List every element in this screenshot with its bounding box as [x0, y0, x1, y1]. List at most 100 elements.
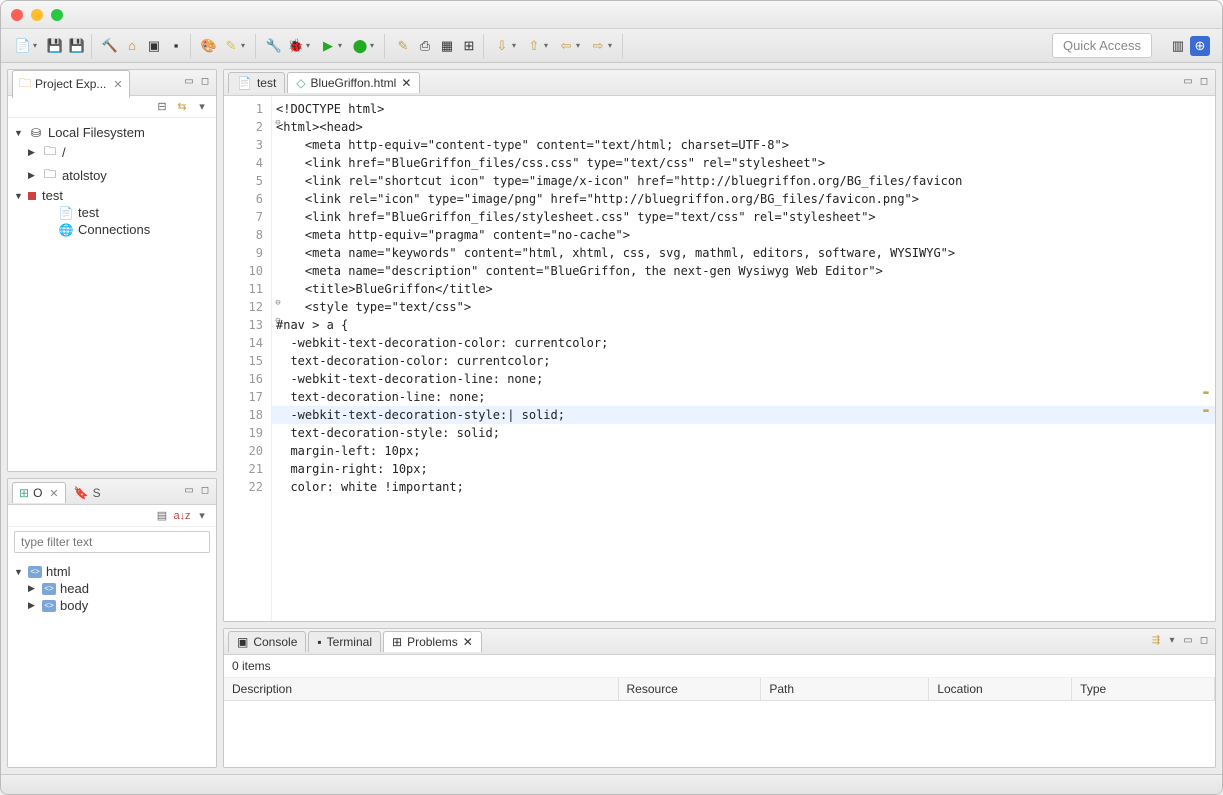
edit1-button[interactable]: ✎ — [393, 36, 413, 56]
project-decorator-icon — [28, 192, 36, 200]
nav-fwd-button[interactable]: ⇨ — [588, 36, 608, 56]
outline-head[interactable]: ▶<>head — [12, 580, 212, 597]
nav-up-dropdown[interactable]: ▾ — [544, 41, 554, 50]
collapse-all-icon[interactable]: ⊟ — [154, 99, 170, 115]
problems-tab[interactable]: ⊞Problems✕ — [383, 631, 482, 652]
element-icon: <> — [42, 600, 56, 612]
console-tab[interactable]: ▣Console — [228, 631, 306, 652]
problems-icon: ⊞ — [392, 635, 402, 649]
bottom-panel: ▣Console ▪Terminal ⊞Problems✕ ⇶ ▾ ▭ ◻ 0 … — [223, 628, 1216, 768]
home-button[interactable]: ⌂ — [122, 36, 142, 56]
filter-icon[interactable]: ⇶ — [1149, 635, 1163, 649]
element-icon: <> — [42, 583, 56, 595]
minimize-panel-icon[interactable]: ▭ — [1181, 76, 1195, 90]
save-button[interactable]: 💾 — [45, 36, 65, 56]
save-all-button[interactable]: 💾 — [67, 36, 87, 56]
outline-html[interactable]: ▼<>html — [12, 563, 212, 580]
outline-body[interactable]: ▶<>body — [12, 597, 212, 614]
outline-tab-o-label: O — [33, 486, 42, 500]
outline-tool1-icon[interactable]: ▤ — [154, 508, 170, 524]
debug-button[interactable]: 🐞 — [286, 36, 306, 56]
close-icon[interactable]: ✕ — [401, 76, 411, 90]
outline-icon: ⊞ — [19, 486, 29, 500]
code-editor[interactable]: 12345678910111213141516171819202122 ⊖⊖⊖ … — [224, 96, 1215, 621]
profile-dropdown[interactable]: ▾ — [370, 41, 380, 50]
outline-tab-s[interactable]: 🔖 S — [68, 483, 107, 503]
nav-fwd-dropdown[interactable]: ▾ — [608, 41, 618, 50]
new-button[interactable]: 📄 — [13, 36, 33, 56]
code-content[interactable]: <!DOCTYPE html><html><head> <meta http-e… — [272, 96, 1215, 621]
minimize-panel-icon[interactable]: ▭ — [1181, 635, 1195, 649]
edit3-button[interactable]: ▦ — [437, 36, 457, 56]
col-description[interactable]: Description — [224, 678, 619, 700]
tree-local-filesystem[interactable]: ▼⛁Local Filesystem — [12, 124, 212, 141]
marker-button[interactable]: ✎ — [221, 36, 241, 56]
tree-root[interactable]: ▶🗀/ — [12, 141, 212, 164]
terminal-tab[interactable]: ▪Terminal — [308, 631, 381, 652]
marker-dropdown[interactable]: ▾ — [241, 41, 251, 50]
quick-access-input[interactable]: Quick Access — [1052, 33, 1152, 58]
folder-icon: 🗀 — [42, 142, 58, 163]
view-menu-icon[interactable]: ▾ — [194, 508, 210, 524]
nav-down-dropdown[interactable]: ▾ — [512, 41, 522, 50]
debug-dropdown[interactable]: ▾ — [306, 41, 316, 50]
fold-column[interactable]: ⊖⊖⊖ — [272, 100, 284, 496]
wand-button[interactable]: 🔨 — [100, 36, 120, 56]
tree-test-file[interactable]: 📄test — [12, 204, 212, 221]
debug-config-button[interactable]: 🔧 — [264, 36, 284, 56]
editor-tab-test[interactable]: 📄test — [228, 72, 285, 93]
maximize-window-button[interactable] — [51, 9, 63, 21]
perspective2-button[interactable]: ⊕ — [1190, 36, 1210, 56]
close-icon[interactable]: ✕ — [113, 78, 122, 91]
globe-icon: 🌐 — [58, 223, 74, 237]
close-icon[interactable]: ✕ — [49, 487, 58, 500]
project-tree[interactable]: ▼⛁Local Filesystem ▶🗀/ ▶🗀atolstoy ▼test … — [8, 118, 216, 471]
minimize-panel-icon[interactable]: ▭ — [182, 485, 196, 499]
run-button[interactable]: ▶ — [318, 36, 338, 56]
view-menu-icon[interactable]: ▾ — [194, 99, 210, 115]
tree-atolstoy[interactable]: ▶🗀atolstoy — [12, 164, 212, 187]
line-gutter: 12345678910111213141516171819202122 — [224, 96, 272, 621]
col-path[interactable]: Path — [761, 678, 929, 700]
col-location[interactable]: Location — [929, 678, 1072, 700]
terminal-icon: ▪ — [317, 635, 321, 649]
view-menu-icon[interactable]: ▾ — [1165, 635, 1179, 649]
minimize-panel-icon[interactable]: ▭ — [182, 76, 196, 90]
profile-button[interactable]: ⬤ — [350, 36, 370, 56]
maximize-panel-icon[interactable]: ◻ — [1197, 76, 1211, 90]
run-dropdown[interactable]: ▾ — [338, 41, 348, 50]
nav-back-button[interactable]: ⇦ — [556, 36, 576, 56]
edit2-button[interactable]: ⎙ — [415, 36, 435, 56]
edit4-button[interactable]: ⊞ — [459, 36, 479, 56]
tree-test-project[interactable]: ▼test — [12, 187, 212, 204]
nav-back-dropdown[interactable]: ▾ — [576, 41, 586, 50]
link-editor-icon[interactable]: ⇆ — [174, 99, 190, 115]
perspective1-button[interactable]: ▥ — [1168, 36, 1188, 56]
app-window: 📄▾ 💾 💾 🔨 ⌂ ▣ ▪ 🎨 ✎▾ 🔧 🐞▾ ▶▾ ⬤▾ ✎ ⎙ ▦ ⊞ ⇩… — [0, 0, 1223, 795]
project-explorer-tab[interactable]: 🗀 Project Exp... ✕ — [12, 70, 130, 98]
col-type[interactable]: Type — [1072, 678, 1215, 700]
maximize-panel-icon[interactable]: ◻ — [198, 485, 212, 499]
outline-tree[interactable]: ▼<>html ▶<>head ▶<>body — [8, 557, 216, 767]
outline-filter-input[interactable] — [14, 531, 210, 553]
terminal-toolbar-button[interactable]: ▪ — [166, 36, 186, 56]
nav-up-button[interactable]: ⇧ — [524, 36, 544, 56]
tree-connections[interactable]: 🌐Connections — [12, 221, 212, 238]
tool1-button[interactable]: ▣ — [144, 36, 164, 56]
new-dropdown[interactable]: ▾ — [33, 41, 43, 50]
minimize-window-button[interactable] — [31, 9, 43, 21]
maximize-panel-icon[interactable]: ◻ — [198, 76, 212, 90]
close-window-button[interactable] — [11, 9, 23, 21]
col-resource[interactable]: Resource — [619, 678, 762, 700]
editor-tab-bluegriffon[interactable]: ◇BlueGriffon.html✕ — [287, 72, 420, 93]
nav-down-button[interactable]: ⇩ — [492, 36, 512, 56]
bookmark-icon: 🔖 — [74, 486, 89, 500]
sort-icon[interactable]: a↓z — [174, 508, 190, 524]
close-icon[interactable]: ✕ — [463, 635, 473, 649]
main-area: 🗀 Project Exp... ✕ ▭ ◻ ⊟ ⇆ ▾ ▼⛁Local Fil… — [1, 63, 1222, 774]
outline-tab-o[interactable]: ⊞ O ✕ — [12, 482, 66, 503]
palette-button[interactable]: 🎨 — [199, 36, 219, 56]
disk-icon: ⛁ — [28, 126, 44, 140]
maximize-panel-icon[interactable]: ◻ — [1197, 635, 1211, 649]
statusbar — [1, 774, 1222, 794]
